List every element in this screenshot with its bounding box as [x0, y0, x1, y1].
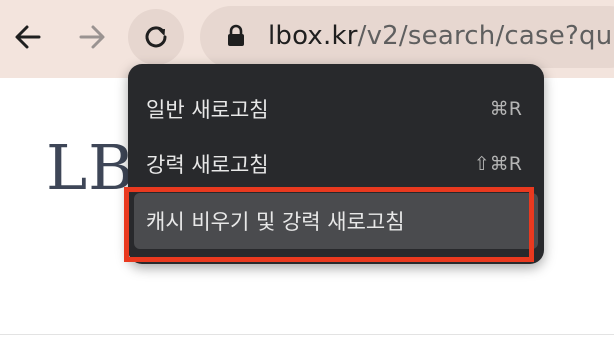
- highlight-annotation: [124, 187, 534, 262]
- url-path: /v2/search/case?qu: [357, 21, 613, 51]
- menu-item-normal-reload[interactable]: 일반 새로고침 ⌘R: [128, 82, 544, 136]
- reload-icon: [145, 26, 167, 48]
- back-button[interactable]: [4, 13, 52, 61]
- menu-item-label: 일반 새로고침: [146, 98, 269, 122]
- forward-button[interactable]: [68, 13, 116, 61]
- url-host: lbox.kr: [268, 21, 358, 51]
- menu-item-hard-reload[interactable]: 강력 새로고침 ⇧⌘R: [128, 137, 544, 191]
- arrow-left-icon: [15, 25, 41, 49]
- menu-item-label: 강력 새로고침: [146, 153, 269, 177]
- menu-item-shortcut: ⇧⌘R: [473, 153, 522, 175]
- menu-item-shortcut: ⌘R: [489, 98, 522, 120]
- url-text[interactable]: lbox.kr/v2/search/case?qu: [268, 19, 612, 53]
- reload-button[interactable]: [128, 9, 184, 65]
- site-logo[interactable]: LB: [46, 128, 135, 208]
- content-divider: [0, 334, 614, 335]
- lock-icon[interactable]: [226, 24, 246, 48]
- browser-window: lbox.kr/v2/search/case?qu LB 일반 새로고침 ⌘R …: [0, 0, 614, 354]
- arrow-right-icon: [79, 25, 105, 49]
